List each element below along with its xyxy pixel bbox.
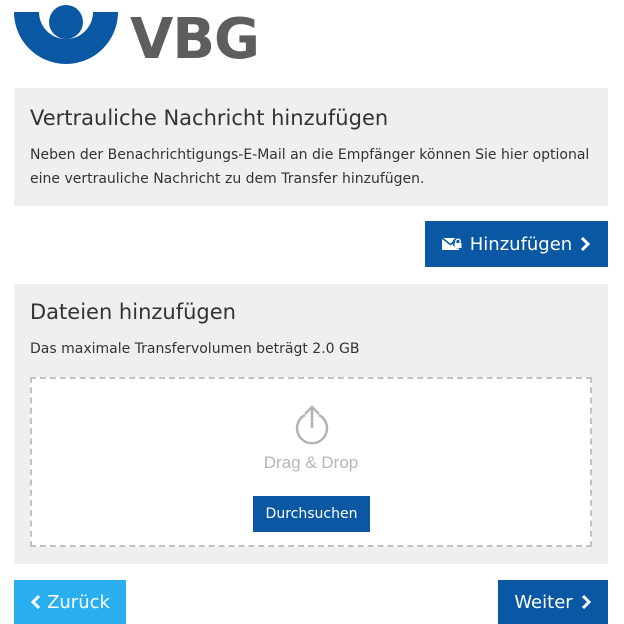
add-message-button[interactable]: Hinzufügen xyxy=(425,221,608,267)
file-dropzone[interactable]: Drag & Drop Durchsuchen xyxy=(30,377,592,547)
back-button-label: Zurück xyxy=(47,591,110,613)
add-message-button-label: Hinzufügen xyxy=(469,233,573,255)
drag-drop-text: Drag & Drop xyxy=(263,453,359,472)
chevron-right-icon xyxy=(581,236,591,252)
next-button-label: Weiter xyxy=(514,591,573,613)
back-button[interactable]: Zurück xyxy=(14,580,126,624)
add-files-title: Dateien hinzufügen xyxy=(30,300,236,324)
add-files-description: Das maximale Transfervolumen beträgt 2.0… xyxy=(30,341,360,358)
chevron-right-icon xyxy=(581,594,591,610)
upload-icon xyxy=(295,405,329,445)
next-button[interactable]: Weiter xyxy=(498,580,608,624)
envelope-lock-icon xyxy=(441,237,464,250)
vbg-emblem-icon xyxy=(14,5,118,64)
confidential-message-description: Neben der Benachrichtigungs-E-Mail an di… xyxy=(30,147,590,188)
confidential-message-title: Vertrauliche Nachricht hinzufügen xyxy=(30,106,389,130)
vbg-logo: VBG xyxy=(14,2,260,74)
page: VBG Vertrauliche Nachricht hinzufügen Ne… xyxy=(0,0,624,624)
chevron-left-icon xyxy=(30,594,41,610)
confidential-message-panel: Vertrauliche Nachricht hinzufügen Neben … xyxy=(14,88,608,206)
logo-text: VBG xyxy=(130,7,260,72)
add-files-panel: Dateien hinzufügen Das maximale Transfer… xyxy=(14,284,608,564)
browse-button[interactable]: Durchsuchen xyxy=(253,496,370,532)
